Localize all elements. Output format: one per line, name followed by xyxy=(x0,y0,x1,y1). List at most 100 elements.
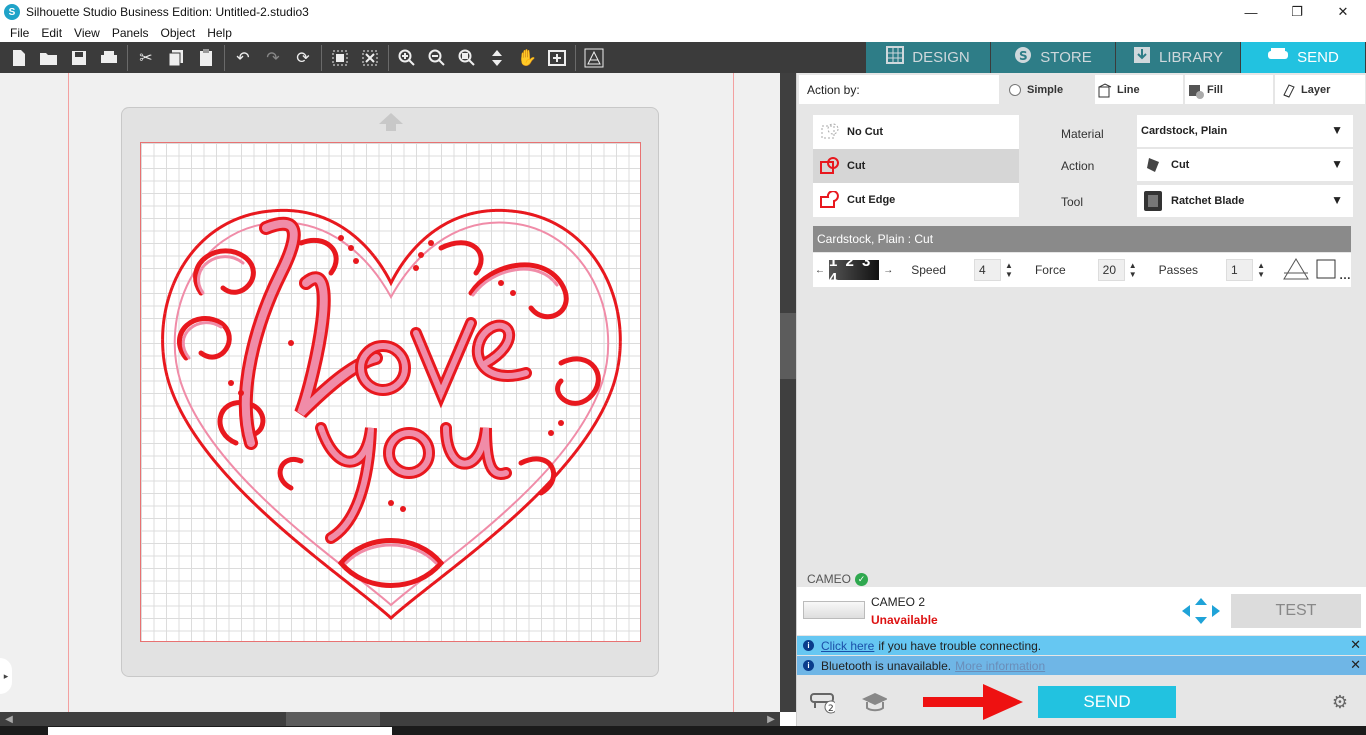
cutting-mat xyxy=(121,107,659,677)
force-input[interactable]: 20 xyxy=(1097,259,1125,281)
toolbar-divider xyxy=(127,44,128,71)
collapse-panel-handle[interactable]: ▸ xyxy=(0,658,12,694)
menu-edit[interactable]: Edit xyxy=(35,26,68,40)
undo-icon[interactable]: ↶ xyxy=(228,44,258,72)
fit-to-page-icon[interactable] xyxy=(482,44,512,72)
zoom-out-icon[interactable] xyxy=(422,44,452,72)
zoom-in-icon[interactable] xyxy=(392,44,422,72)
cut-scissors-icon[interactable]: ✂ xyxy=(131,44,161,72)
tool-select[interactable]: Ratchet Blade ▼ xyxy=(1137,185,1353,217)
scroll-left-arrow-icon[interactable]: ◀ xyxy=(2,712,16,726)
open-folder-icon[interactable] xyxy=(34,44,64,72)
deselect-icon[interactable] xyxy=(355,44,385,72)
chevron-down-icon: ▼ xyxy=(1331,123,1343,137)
print-icon[interactable] xyxy=(94,44,124,72)
paste-clipboard-icon[interactable] xyxy=(191,44,221,72)
tutorial-graduation-cap-icon[interactable] xyxy=(861,690,887,714)
maximize-button[interactable]: ❐ xyxy=(1274,0,1320,24)
material-select[interactable]: Cardstock, Plain ▼ xyxy=(1137,115,1353,147)
menu-file[interactable]: File xyxy=(4,26,35,40)
cut-area-grid[interactable] xyxy=(140,142,641,642)
blade-depth-icon[interactable] xyxy=(1283,257,1309,283)
chevron-down-icon: ▼ xyxy=(1331,193,1343,207)
tab-store[interactable]: S STORE xyxy=(991,42,1116,73)
cut-option-cut[interactable]: Cut xyxy=(813,149,1019,183)
menu-help[interactable]: Help xyxy=(201,26,238,40)
new-file-icon[interactable] xyxy=(4,44,34,72)
menu-view[interactable]: View xyxy=(68,26,106,40)
mode-layer[interactable]: Layer xyxy=(1275,75,1365,104)
material-summary: Cardstock, Plain : Cut xyxy=(813,226,1351,252)
action-select[interactable]: Cut ▼ xyxy=(1137,149,1353,181)
send-cutter-icon xyxy=(1267,47,1289,68)
vertical-scrollbar[interactable] xyxy=(780,73,796,712)
send-queue-icon[interactable]: 2 xyxy=(809,690,835,714)
tab-library[interactable]: LIBRARY xyxy=(1116,42,1241,73)
minimize-button[interactable]: — xyxy=(1228,0,1274,24)
cut-option-cut-edge[interactable]: Cut Edge xyxy=(813,183,1019,217)
cut-edge-label: Cut Edge xyxy=(847,194,896,206)
overcut-box-icon[interactable] xyxy=(1315,258,1337,283)
more-options-icon[interactable]: … xyxy=(1339,268,1351,282)
redo-icon[interactable]: ↷ xyxy=(258,44,288,72)
simple-radio-icon xyxy=(1009,83,1021,96)
tab-send[interactable]: SEND xyxy=(1241,42,1366,73)
tab-design[interactable]: DESIGN xyxy=(866,42,991,73)
select-all-icon[interactable] xyxy=(325,44,355,72)
tab-library-label: LIBRARY xyxy=(1159,49,1223,66)
red-arrow-annotation-icon xyxy=(921,682,1025,725)
zoom-fit-icon[interactable] xyxy=(542,44,572,72)
zoom-select-icon[interactable] xyxy=(452,44,482,72)
scroll-right-arrow-icon[interactable]: ▶ xyxy=(764,712,778,726)
chevron-down-icon: ▼ xyxy=(1331,157,1343,171)
device-row[interactable]: CAMEO 2 Unavailable TEST xyxy=(797,587,1366,635)
horizontal-scrollbar[interactable]: ◀ ▶ xyxy=(0,712,780,726)
menu-object[interactable]: Object xyxy=(155,26,202,40)
mode-simple[interactable]: Simple xyxy=(1001,75,1091,104)
menu-panels[interactable]: Panels xyxy=(106,26,155,40)
device-status: Unavailable xyxy=(871,613,938,627)
force-stepper-icon[interactable]: ▲ ▼ xyxy=(1129,261,1137,279)
toolbar-divider xyxy=(575,44,576,71)
page-boundary-right xyxy=(733,73,734,712)
close-icon[interactable]: ✕ xyxy=(1350,637,1361,653)
speed-input[interactable]: 4 xyxy=(973,259,1002,281)
mode-fill[interactable]: Fill xyxy=(1185,75,1273,104)
click-here-link[interactable]: Click here xyxy=(821,639,874,653)
test-button[interactable]: TEST xyxy=(1231,594,1361,628)
cut-option-no-cut[interactable]: No Cut xyxy=(813,115,1019,149)
horizontal-scroll-thumb[interactable] xyxy=(286,712,380,726)
move-arrows-icon[interactable] xyxy=(1181,597,1220,625)
passes-right-arrow-icon[interactable]: → xyxy=(883,265,893,276)
pan-hand-icon[interactable]: ✋ xyxy=(512,44,542,72)
settings-gear-icon[interactable]: ⚙ xyxy=(1327,690,1353,714)
design-canvas[interactable]: ▸ xyxy=(0,73,780,712)
passes-left-arrow-icon[interactable]: ← xyxy=(815,265,825,276)
speed-stepper-icon[interactable]: ▲ ▼ xyxy=(1005,261,1013,279)
redraw-refresh-icon[interactable]: ⟳ xyxy=(288,44,318,72)
device-group: CAMEO ✓ xyxy=(807,572,869,586)
no-cut-label: No Cut xyxy=(847,126,884,138)
copy-icon[interactable] xyxy=(161,44,191,72)
library-download-icon xyxy=(1133,46,1151,69)
page-boundary-left xyxy=(68,73,69,712)
passes-stepper-icon[interactable]: ▲ ▼ xyxy=(1257,261,1265,279)
close-icon[interactable]: ✕ xyxy=(1350,657,1361,673)
i-love-you-heart-design[interactable] xyxy=(141,143,642,643)
mode-line[interactable]: Line xyxy=(1095,75,1183,104)
bluetooth-text: Bluetooth is unavailable. xyxy=(821,658,952,673)
send-button[interactable]: SEND xyxy=(1038,686,1176,718)
connected-check-icon: ✓ xyxy=(855,572,869,586)
cut-style-list: No Cut Cut Cut Edge xyxy=(813,115,1019,217)
tab-send-label: SEND xyxy=(1297,49,1339,66)
svg-text:S: S xyxy=(1019,49,1028,63)
ratchet-blade-icon xyxy=(1141,190,1165,212)
passes-input[interactable]: 1 xyxy=(1226,259,1254,281)
multi-pass-selector[interactable]: 1 2 3 4 xyxy=(829,253,880,287)
close-button[interactable]: ✕ xyxy=(1320,0,1366,24)
trace-icon[interactable] xyxy=(579,44,609,72)
save-icon[interactable] xyxy=(64,44,94,72)
more-information-link[interactable]: More information xyxy=(955,659,1045,673)
vertical-scroll-thumb[interactable] xyxy=(780,313,796,379)
bluetooth-info: i Bluetooth is unavailable. More informa… xyxy=(797,656,1366,675)
